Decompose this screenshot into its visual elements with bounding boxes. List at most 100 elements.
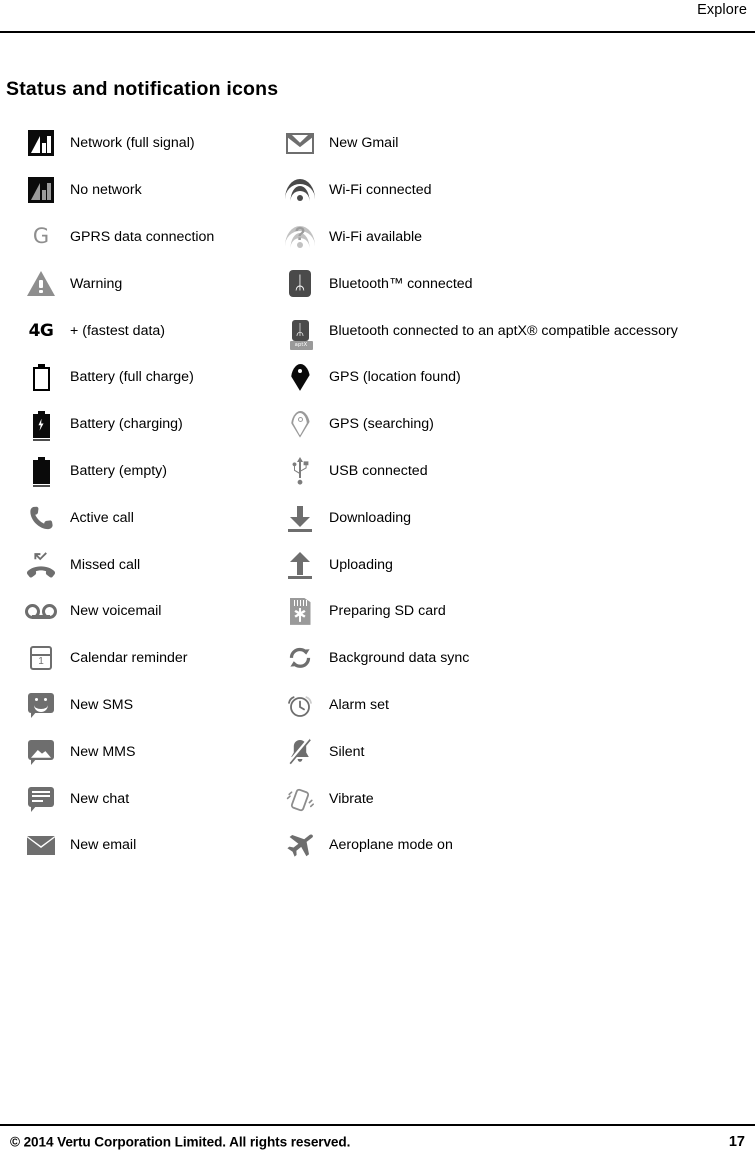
legend-label: New Gmail bbox=[329, 135, 399, 152]
usb-connected-icon bbox=[273, 448, 327, 495]
icon-legend-left-column: Network (full signal) No network G GPRS … bbox=[0, 120, 265, 869]
no-network-icon bbox=[14, 167, 68, 214]
legend-label: Silent bbox=[329, 743, 365, 760]
legend-row: GPS (location found) bbox=[265, 354, 755, 401]
calendar-day-number: 1 bbox=[38, 656, 44, 668]
legend-label: New voicemail bbox=[70, 603, 162, 620]
missed-call-icon bbox=[14, 541, 68, 588]
gprs-data-icon: G bbox=[14, 214, 68, 261]
legend-label: Calendar reminder bbox=[70, 650, 188, 667]
footer-divider bbox=[0, 1124, 755, 1126]
legend-label: Missed call bbox=[70, 556, 141, 573]
legend-row: Preparing SD card bbox=[265, 588, 755, 635]
bluetooth-glyph: ᛦ bbox=[295, 321, 305, 340]
battery-empty-icon bbox=[14, 448, 68, 495]
battery-full-icon bbox=[14, 354, 68, 401]
legend-row: ? Wi-Fi available bbox=[265, 214, 755, 261]
header-divider bbox=[0, 31, 755, 33]
wifi-available-icon: ? bbox=[273, 214, 327, 261]
page-title: Status and notification icons bbox=[6, 78, 279, 100]
calendar-reminder-icon: 1 bbox=[14, 635, 68, 682]
gmail-icon bbox=[273, 120, 327, 167]
new-email-icon bbox=[14, 822, 68, 869]
legend-row: Missed call bbox=[0, 541, 265, 588]
legend-row: GPS (searching) bbox=[265, 401, 755, 448]
legend-label: Battery (empty) bbox=[70, 462, 167, 479]
legend-label: + (fastest data) bbox=[70, 322, 166, 339]
footer-page-number: 17 bbox=[728, 1134, 745, 1150]
legend-label: Active call bbox=[70, 509, 134, 526]
wifi-question-glyph: ? bbox=[294, 223, 306, 244]
new-chat-icon bbox=[14, 775, 68, 822]
legend-label: Preparing SD card bbox=[329, 603, 446, 620]
legend-row: 4G + (fastest data) bbox=[0, 307, 265, 354]
legend-label: No network bbox=[70, 182, 142, 199]
legend-row: ᛦ Bluetooth™ connected bbox=[265, 260, 755, 307]
legend-row: G GPRS data connection bbox=[0, 214, 265, 261]
header-title: Explore bbox=[697, 2, 747, 18]
active-call-icon bbox=[14, 494, 68, 541]
silent-icon bbox=[273, 728, 327, 775]
legend-row: Warning bbox=[0, 260, 265, 307]
legend-row: Active call bbox=[0, 494, 265, 541]
upload-icon bbox=[273, 541, 327, 588]
legend-row: Battery (charging) bbox=[0, 401, 265, 448]
legend-row: Vibrate bbox=[265, 775, 755, 822]
legend-label: GPS (searching) bbox=[329, 416, 434, 433]
gps-searching-icon bbox=[273, 401, 327, 448]
legend-label: Wi-Fi connected bbox=[329, 182, 432, 199]
icon-legend-right-column: New Gmail Wi-Fi connected ? Wi-Fi availa… bbox=[265, 120, 755, 869]
legend-row: 1 Calendar reminder bbox=[0, 635, 265, 682]
legend-label: USB connected bbox=[329, 462, 428, 479]
legend-row: Downloading bbox=[265, 494, 755, 541]
footer-copyright: © 2014 Vertu Corporation Limited. All ri… bbox=[10, 1134, 351, 1150]
legend-label: Battery (charging) bbox=[70, 416, 183, 433]
legend-row: Battery (full charge) bbox=[0, 354, 265, 401]
legend-label: Network (full signal) bbox=[70, 135, 195, 152]
aeroplane-mode-icon bbox=[273, 822, 327, 869]
download-icon bbox=[273, 494, 327, 541]
legend-label: Alarm set bbox=[329, 696, 389, 713]
legend-label: New SMS bbox=[70, 696, 134, 713]
legend-row: New SMS bbox=[0, 682, 265, 729]
legend-label: New chat bbox=[70, 790, 130, 807]
fourg-glyph: 4G bbox=[28, 320, 54, 341]
page-header: Explore bbox=[0, 0, 755, 33]
legend-row: Alarm set bbox=[265, 682, 755, 729]
alarm-icon bbox=[273, 682, 327, 729]
legend-label: Uploading bbox=[329, 556, 393, 573]
legend-row: No network bbox=[0, 167, 265, 214]
sd-card-icon bbox=[273, 588, 327, 635]
bluetooth-aptx-icon: ᛦ aptX bbox=[273, 307, 327, 354]
legend-row: Uploading bbox=[265, 541, 755, 588]
legend-label: New email bbox=[70, 837, 137, 854]
document-page: Explore Status and notification icons Ne… bbox=[0, 0, 755, 1162]
legend-row: New chat bbox=[0, 775, 265, 822]
legend-row: Wi-Fi connected bbox=[265, 167, 755, 214]
bluetooth-glyph: ᛦ bbox=[294, 272, 306, 295]
legend-row: New email bbox=[0, 822, 265, 869]
network-full-signal-icon bbox=[14, 120, 68, 167]
legend-label: GPRS data connection bbox=[70, 228, 215, 245]
legend-label: Aeroplane mode on bbox=[329, 837, 453, 854]
legend-label: Bluetooth™ connected bbox=[329, 275, 473, 292]
legend-label: Vibrate bbox=[329, 790, 374, 807]
sync-icon bbox=[273, 635, 327, 682]
wifi-connected-icon bbox=[273, 167, 327, 214]
legend-label: Bluetooth connected to an aptX® compatib… bbox=[329, 322, 678, 339]
legend-row: ᛦ aptX Bluetooth connected to an aptX® c… bbox=[265, 307, 755, 354]
new-mms-icon bbox=[14, 728, 68, 775]
legend-row: New Gmail bbox=[265, 120, 755, 167]
4g-data-icon: 4G bbox=[14, 307, 68, 354]
voicemail-icon bbox=[14, 588, 68, 635]
legend-label: New MMS bbox=[70, 743, 136, 760]
aptx-badge: aptX bbox=[289, 341, 313, 351]
legend-row: Network (full signal) bbox=[0, 120, 265, 167]
legend-label: GPS (location found) bbox=[329, 369, 461, 386]
gprs-glyph: G bbox=[32, 224, 50, 249]
new-sms-icon bbox=[14, 682, 68, 729]
legend-row: Background data sync bbox=[265, 635, 755, 682]
legend-label: Downloading bbox=[329, 509, 412, 526]
warning-icon bbox=[14, 260, 68, 307]
legend-label: Battery (full charge) bbox=[70, 369, 194, 386]
